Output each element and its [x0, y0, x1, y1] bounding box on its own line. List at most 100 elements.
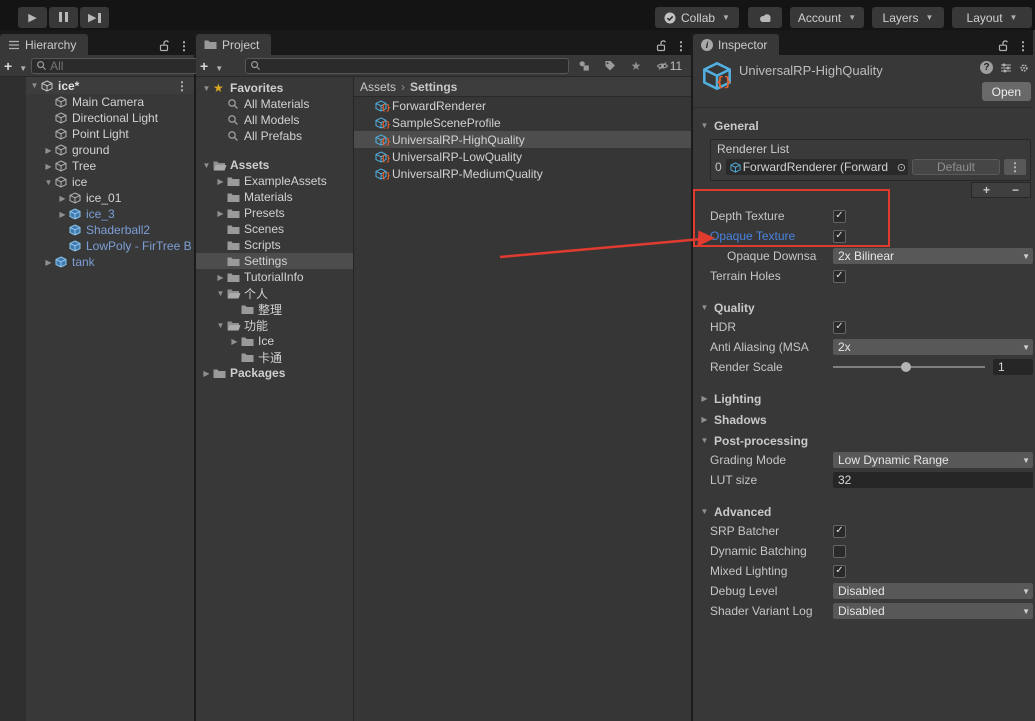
asset-item[interactable]: {}UniversalRP-MediumQuality: [354, 165, 691, 182]
hierarchy-item[interactable]: ground: [0, 142, 194, 158]
scene-row[interactable]: ice* ⋮: [26, 77, 194, 94]
section-shadows[interactable]: Shadows: [693, 410, 1033, 429]
foldout-icon[interactable]: [42, 258, 55, 267]
project-tree-item[interactable]: Presets: [196, 205, 353, 221]
default-button[interactable]: Default: [912, 159, 1000, 175]
project-tree-item[interactable]: Assets: [196, 157, 353, 173]
project-tree-item[interactable]: All Models: [196, 112, 353, 128]
project-tree-item[interactable]: Materials: [196, 189, 353, 205]
hierarchy-search-input[interactable]: [50, 59, 205, 73]
section-advanced[interactable]: Advanced: [693, 502, 1033, 521]
anti-aliasing-dropdown[interactable]: 2x ▼: [833, 339, 1033, 355]
opaque-texture-checkbox[interactable]: ✓: [833, 230, 846, 243]
project-tree-item[interactable]: All Prefabs: [196, 128, 353, 144]
depth-texture-checkbox[interactable]: ✓: [833, 210, 846, 223]
tab-inspector[interactable]: i Inspector: [693, 34, 779, 55]
project-tree-item[interactable]: TutorialInfo: [196, 269, 353, 285]
hierarchy-item[interactable]: ice: [0, 174, 194, 190]
project-tree-item[interactable]: Scripts: [196, 237, 353, 253]
project-tree-item[interactable]: ExampleAssets: [196, 173, 353, 189]
project-tree-item[interactable]: Scenes: [196, 221, 353, 237]
foldout-icon[interactable]: [28, 81, 41, 90]
render-scale-value[interactable]: 1: [993, 359, 1033, 375]
panel-menu-icon[interactable]: ⋮: [178, 40, 190, 52]
play-button[interactable]: ▶: [18, 7, 47, 28]
tab-hierarchy[interactable]: Hierarchy: [0, 34, 88, 55]
panel-menu-icon[interactable]: ⋮: [675, 40, 687, 52]
tab-project[interactable]: Project: [196, 34, 271, 55]
section-general[interactable]: General: [693, 116, 1033, 135]
foldout-icon[interactable]: [214, 289, 227, 298]
pause-button[interactable]: [49, 7, 78, 28]
search-by-label-button[interactable]: [599, 57, 621, 75]
project-tree-item[interactable]: 整理: [196, 301, 353, 317]
project-tree-item[interactable]: 功能: [196, 317, 353, 333]
project-tree-item[interactable]: Packages: [196, 365, 353, 381]
project-search[interactable]: [245, 58, 569, 74]
debug-level-dropdown[interactable]: Disabled ▼: [833, 583, 1033, 599]
open-button[interactable]: Open: [982, 82, 1031, 101]
lut-size-input[interactable]: 32: [833, 472, 1033, 488]
hierarchy-item[interactable]: Tree: [0, 158, 194, 174]
foldout-icon[interactable]: [56, 194, 69, 203]
panel-menu-icon[interactable]: ⋮: [1017, 40, 1029, 52]
hierarchy-item[interactable]: Shaderball2: [0, 222, 194, 238]
step-button[interactable]: ▶: [80, 7, 109, 28]
dynamic-batching-checkbox[interactable]: [833, 545, 846, 558]
grading-mode-dropdown[interactable]: Low Dynamic Range ▼: [833, 452, 1033, 468]
section-post-processing[interactable]: Post-processing: [693, 431, 1033, 450]
breadcrumb-root[interactable]: Assets: [360, 80, 396, 94]
terrain-holes-checkbox[interactable]: ✓: [833, 270, 846, 283]
project-tree-item[interactable]: All Materials: [196, 96, 353, 112]
asset-item[interactable]: {}UniversalRP-HighQuality: [354, 131, 691, 148]
hidden-packages-button[interactable]: 11: [651, 57, 687, 75]
asset-item[interactable]: {}UniversalRP-LowQuality: [354, 148, 691, 165]
add-renderer-button[interactable]: +: [983, 183, 990, 197]
foldout-icon[interactable]: [214, 321, 227, 330]
section-lighting[interactable]: Lighting: [693, 389, 1033, 408]
project-tree-item[interactable]: ★Favorites: [196, 80, 353, 96]
object-picker-icon[interactable]: ⊙: [897, 161, 906, 174]
foldout-icon[interactable]: [200, 369, 213, 378]
cloud-button[interactable]: [748, 7, 782, 28]
hierarchy-item[interactable]: Main Camera: [0, 94, 194, 110]
asset-item[interactable]: {}SampleSceneProfile: [354, 114, 691, 131]
project-tree-item[interactable]: Ice: [196, 333, 353, 349]
hdr-checkbox[interactable]: ✓: [833, 321, 846, 334]
project-search-input[interactable]: [264, 59, 564, 73]
unlock-icon[interactable]: [998, 40, 1009, 52]
hierarchy-item[interactable]: tank: [0, 254, 194, 270]
foldout-icon[interactable]: [228, 337, 241, 346]
renderer-menu-button[interactable]: ⋮: [1004, 159, 1026, 175]
section-quality[interactable]: Quality: [693, 298, 1033, 317]
layers-dropdown[interactable]: Layers ▼: [872, 7, 944, 28]
foldout-icon[interactable]: [42, 178, 55, 187]
search-by-type-button[interactable]: [573, 57, 595, 75]
mixed-lighting-checkbox[interactable]: ✓: [833, 565, 846, 578]
create-button[interactable]: +▼: [200, 58, 223, 74]
foldout-icon[interactable]: [200, 161, 213, 170]
foldout-icon[interactable]: [214, 177, 227, 186]
slider-thumb[interactable]: [901, 362, 911, 372]
create-button[interactable]: +▼: [4, 58, 27, 74]
collab-button[interactable]: Collab ▼: [655, 7, 739, 28]
foldout-icon[interactable]: [42, 146, 55, 155]
hierarchy-search[interactable]: [31, 58, 210, 74]
foldout-icon[interactable]: [42, 162, 55, 171]
favorites-filter-button[interactable]: ★: [625, 57, 647, 75]
hierarchy-item[interactable]: ice_3: [0, 206, 194, 222]
remove-renderer-button[interactable]: −: [1012, 183, 1019, 197]
foldout-icon[interactable]: [200, 84, 213, 93]
unlock-icon[interactable]: [159, 40, 170, 52]
account-dropdown[interactable]: Account ▼: [790, 7, 864, 28]
hierarchy-item[interactable]: ice_01: [0, 190, 194, 206]
foldout-icon[interactable]: [214, 209, 227, 218]
hierarchy-item[interactable]: LowPoly - FirTree B: [0, 238, 194, 254]
srp-batcher-checkbox[interactable]: ✓: [833, 525, 846, 538]
gear-icon[interactable]: [1019, 62, 1029, 74]
breadcrumb-current[interactable]: Settings: [410, 80, 457, 94]
help-icon[interactable]: ?: [980, 61, 993, 74]
unlock-icon[interactable]: [656, 40, 667, 52]
scene-menu-icon[interactable]: ⋮: [176, 80, 188, 92]
layout-dropdown[interactable]: Layout ▼: [952, 7, 1032, 28]
